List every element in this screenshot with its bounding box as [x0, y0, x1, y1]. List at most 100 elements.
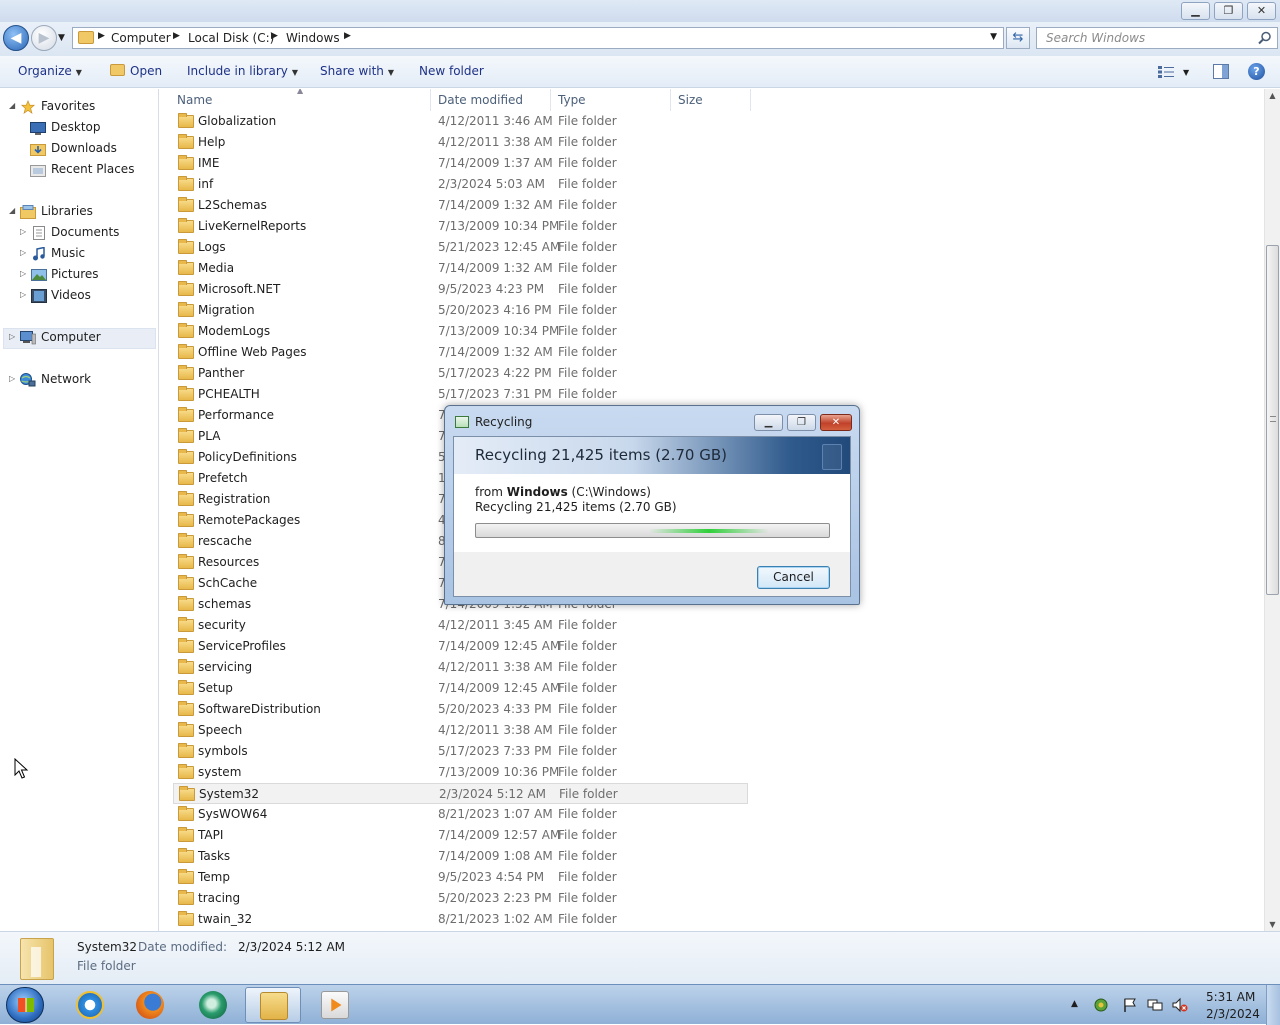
organize-button[interactable]: Organize ▼ [18, 64, 82, 78]
taskbar-media-player[interactable] [307, 987, 363, 1023]
table-row[interactable]: TAPI 7/14/2009 12:57 AM File folder [173, 825, 748, 846]
table-row[interactable]: Offline Web Pages 7/14/2009 1:32 AM File f… [173, 342, 748, 363]
vertical-scrollbar[interactable]: ▲ ▼ [1264, 89, 1280, 931]
nav-desktop[interactable]: Desktop [0, 118, 159, 138]
table-row[interactable]: Media 7/14/2009 1:32 AM File folder [173, 258, 748, 279]
breadcrumb-chevron-icon[interactable]: ▶ [98, 31, 105, 41]
collapsed-triangle-icon[interactable]: ▷ [9, 374, 15, 383]
nav-computer[interactable]: ▷ Computer [0, 328, 159, 348]
taskbar-internet-explorer[interactable] [62, 987, 118, 1023]
cancel-button[interactable]: Cancel [757, 566, 830, 589]
collapsed-triangle-icon[interactable]: ▷ [20, 227, 26, 236]
taskbar-firefox[interactable] [122, 987, 178, 1023]
table-row[interactable]: Migration 5/20/2023 4:16 PM File folder [173, 300, 748, 321]
nav-libraries[interactable]: ◢ Libraries [0, 202, 159, 222]
table-row[interactable]: security 4/12/2011 3:45 AM File folder [173, 615, 748, 636]
dialog-close-button[interactable]: ✕ [820, 414, 852, 431]
taskbar-windows-explorer[interactable] [245, 987, 301, 1023]
dialog-restore-button[interactable]: ❐ [787, 414, 816, 431]
table-row[interactable]: tracing 5/20/2023 2:23 PM File folder [173, 888, 748, 909]
search-icon[interactable] [1258, 31, 1272, 45]
table-row[interactable]: Globalization 4/12/2011 3:46 AM File folde… [173, 111, 748, 132]
back-button[interactable]: ◀ [3, 25, 29, 51]
close-button[interactable]: ✕ [1247, 2, 1276, 20]
breadcrumb-local-disk[interactable]: Local Disk (C:) [188, 31, 274, 45]
nav-network[interactable]: ▷ Network [0, 370, 159, 390]
recent-pages-dropdown-icon[interactable]: ▼ [58, 33, 65, 43]
nav-favorites[interactable]: ◢ Favorites [0, 97, 159, 117]
table-row-selected[interactable]: System32 2/3/2024 5:12 AM File folder [173, 783, 748, 804]
share-with-button[interactable]: Share with ▼ [320, 64, 394, 78]
breadcrumb-windows[interactable]: Windows [286, 31, 340, 45]
table-row[interactable]: L2Schemas 7/14/2009 1:32 AM File folder [173, 195, 748, 216]
nav-music[interactable]: ▷ Music [0, 244, 159, 264]
table-row[interactable]: SysWOW64 8/21/2023 1:07 AM File folder [173, 804, 748, 825]
address-dropdown-icon[interactable]: ▼ [990, 32, 997, 42]
table-row[interactable]: PCHEALTH 5/17/2023 7:31 PM File folder [173, 384, 748, 405]
scrollbar-thumb[interactable] [1266, 245, 1279, 595]
start-button[interactable] [6, 987, 44, 1023]
column-divider[interactable] [430, 89, 431, 111]
column-header-name[interactable]: Name [177, 93, 212, 107]
breadcrumb-computer[interactable]: Computer [111, 31, 171, 45]
table-row[interactable]: ModemLogs 7/13/2009 10:34 PM File folder [173, 321, 748, 342]
table-row[interactable]: symbols 5/17/2023 7:33 PM File folder [173, 741, 748, 762]
search-input[interactable]: Search Windows [1036, 27, 1278, 49]
collapsed-triangle-icon[interactable]: ▷ [20, 248, 26, 257]
source-folder-link[interactable]: Windows [507, 485, 568, 499]
security-shield-tray-icon[interactable] [1093, 997, 1109, 1013]
table-row[interactable]: Tasks 7/14/2009 1:08 AM File folder [173, 846, 748, 867]
action-center-flag-icon[interactable] [1122, 997, 1138, 1013]
table-row[interactable]: Help 4/12/2011 3:38 AM File folder [173, 132, 748, 153]
change-view-icon[interactable] [1158, 66, 1174, 78]
table-row[interactable]: twain_32 8/21/2023 1:02 AM File folder [173, 909, 748, 930]
table-row[interactable]: Panther 5/17/2023 4:22 PM File folder [173, 363, 748, 384]
open-button[interactable]: Open [110, 64, 162, 78]
column-header-type[interactable]: Type [558, 93, 586, 107]
minimize-button[interactable]: ▁ [1181, 2, 1210, 20]
network-tray-icon[interactable] [1147, 997, 1163, 1013]
clock-date[interactable]: 2/3/2024 [1206, 1007, 1260, 1021]
table-row[interactable]: inf 2/3/2024 5:03 AM File folder [173, 174, 748, 195]
nav-documents[interactable]: ▷ Documents [0, 223, 159, 243]
show-hidden-icons-icon[interactable]: ▲ [1071, 999, 1078, 1009]
table-row[interactable]: LiveKernelReports 7/13/2009 10:34 PM File … [173, 216, 748, 237]
clock-time[interactable]: 5:31 AM [1206, 990, 1255, 1004]
help-icon[interactable]: ? [1248, 63, 1265, 80]
nav-recent-places[interactable]: Recent Places [0, 160, 159, 180]
collapsed-triangle-icon[interactable]: ▷ [9, 332, 15, 341]
restore-button[interactable]: ❐ [1214, 2, 1243, 20]
breadcrumb-chevron-icon[interactable]: ▶ [173, 31, 180, 41]
table-row[interactable]: system 7/13/2009 10:36 PM File folder [173, 762, 748, 783]
refresh-button[interactable]: ⇆ [1006, 27, 1030, 49]
show-desktop-button[interactable] [1266, 985, 1280, 1025]
taskbar-app-green[interactable] [185, 987, 241, 1023]
nav-videos[interactable]: ▷ Videos [0, 286, 159, 306]
new-folder-button[interactable]: New folder [419, 64, 484, 78]
table-row[interactable]: SoftwareDistribution 5/20/2023 4:33 PM Fil… [173, 699, 748, 720]
address-bar[interactable]: ▶ Computer ▶ Local Disk (C:) ▶ Windows ▶… [72, 27, 1004, 49]
breadcrumb-chevron-icon[interactable]: ▶ [271, 31, 278, 41]
column-header-date-modified[interactable]: Date modified [438, 93, 523, 107]
column-divider[interactable] [750, 89, 751, 111]
nav-downloads[interactable]: Downloads [0, 139, 159, 159]
volume-muted-icon[interactable] [1172, 997, 1188, 1013]
table-row[interactable]: ServiceProfiles 7/14/2009 12:45 AM File fo… [173, 636, 748, 657]
include-in-library-button[interactable]: Include in library ▼ [187, 64, 298, 78]
table-row[interactable]: Setup 7/14/2009 12:45 AM File folder [173, 678, 748, 699]
view-dropdown-icon[interactable]: ▼ [1183, 68, 1189, 77]
scroll-down-arrow-icon[interactable]: ▼ [1265, 920, 1280, 929]
nav-pictures[interactable]: ▷ Pictures [0, 265, 159, 285]
collapsed-triangle-icon[interactable]: ▷ [20, 290, 26, 299]
table-row[interactable]: servicing 4/12/2011 3:38 AM File folder [173, 657, 748, 678]
forward-button[interactable]: ▶ [31, 25, 57, 51]
table-row[interactable]: Temp 9/5/2023 4:54 PM File folder [173, 867, 748, 888]
column-header-size[interactable]: Size [678, 93, 703, 107]
table-row[interactable]: Logs 5/21/2023 12:45 AM File folder [173, 237, 748, 258]
dialog-minimize-button[interactable]: ▁ [754, 414, 783, 431]
column-divider[interactable] [670, 89, 671, 111]
table-row[interactable]: IME 7/14/2009 1:37 AM File folder [173, 153, 748, 174]
breadcrumb-chevron-icon[interactable]: ▶ [344, 31, 351, 41]
column-divider[interactable] [550, 89, 551, 111]
collapsed-triangle-icon[interactable]: ▷ [20, 269, 26, 278]
